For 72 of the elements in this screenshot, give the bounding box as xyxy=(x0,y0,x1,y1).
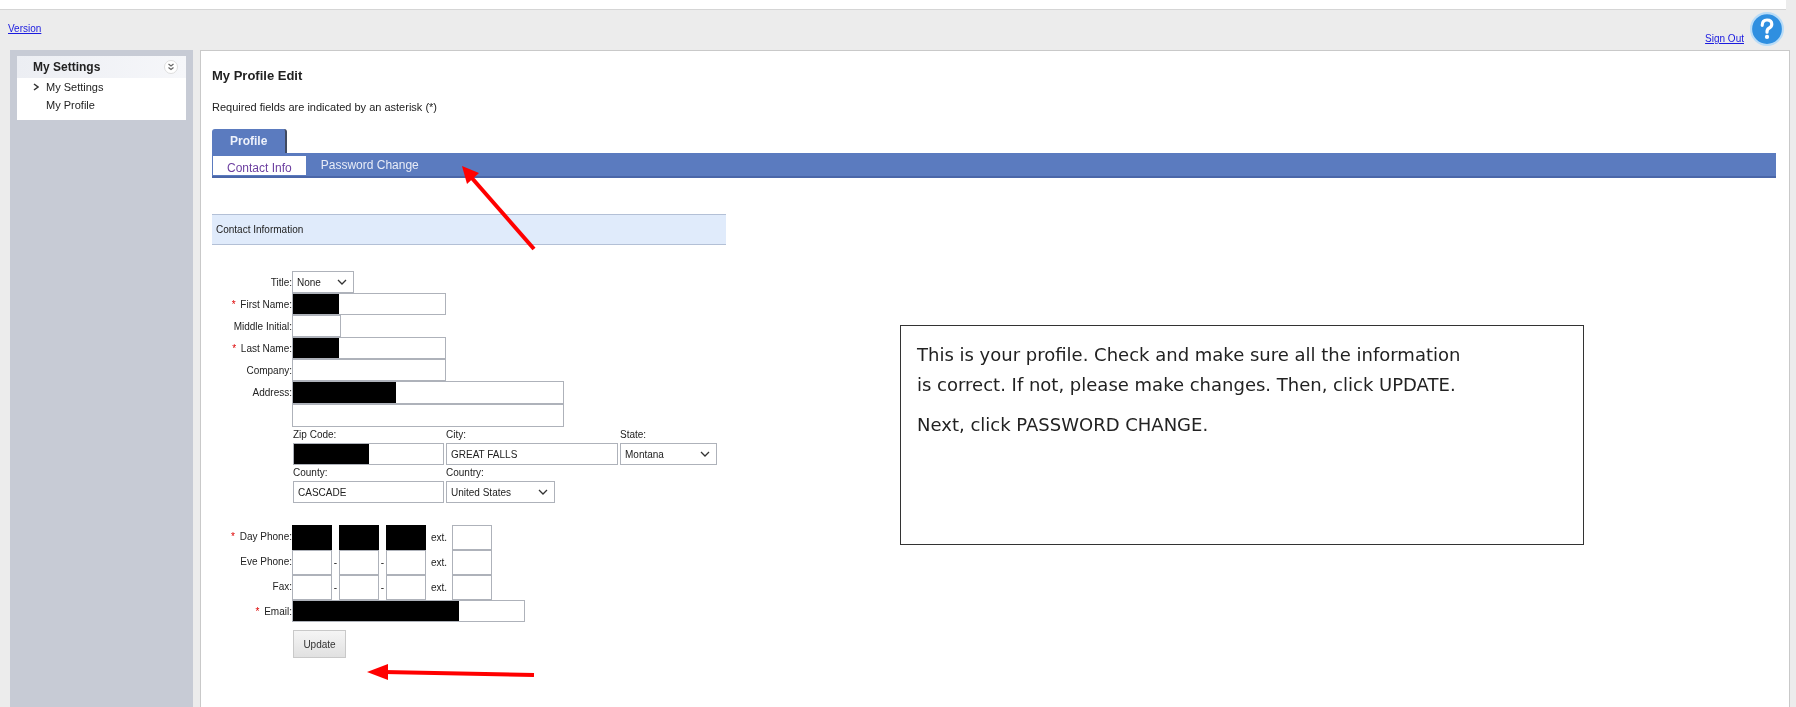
input-field[interactable] xyxy=(386,525,426,550)
input-field[interactable] xyxy=(292,381,564,404)
field-label: Title: xyxy=(270,277,292,288)
sidebar-item[interactable]: My Settings xyxy=(46,81,104,93)
select-field[interactable]: Montana xyxy=(620,443,717,465)
caret-icon xyxy=(538,489,548,495)
ext-label: ext. xyxy=(429,582,449,593)
input-field[interactable] xyxy=(452,550,492,575)
redaction-bar xyxy=(293,338,339,358)
help-icon[interactable] xyxy=(1750,12,1784,46)
field-label: Country: xyxy=(446,467,485,480)
input-field[interactable] xyxy=(339,575,379,600)
required-note: Required fields are indicated by an asterisk (*) xyxy=(212,101,438,113)
panel-title: My Settings xyxy=(33,60,101,74)
input-field[interactable] xyxy=(386,550,426,575)
section-header: Contact Information xyxy=(212,214,726,245)
caret-icon xyxy=(337,279,347,285)
instruction-text: Next, click PASSWORD CHANGE. xyxy=(917,413,1210,437)
field-label: First Name: xyxy=(240,299,292,310)
dash-separator: - xyxy=(379,557,386,568)
field-label: Eve Phone: xyxy=(240,556,292,567)
required-mark: * xyxy=(231,299,236,310)
version-link[interactable]: Version xyxy=(8,23,42,34)
input-field[interactable] xyxy=(292,293,446,315)
page-title: My Profile Edit xyxy=(212,68,304,83)
field-label: Address: xyxy=(252,387,292,398)
ext-label: ext. xyxy=(429,557,449,568)
input-field[interactable] xyxy=(293,443,444,465)
instruction-text: This is your profile. Check and make sure all the information is correct. If not, please make changes. Then, click UPDATE. xyxy=(917,343,1462,397)
required-mark: * xyxy=(255,606,260,617)
dash-separator: - xyxy=(332,557,339,568)
input-field[interactable] xyxy=(292,315,341,337)
ext-label: ext. xyxy=(429,532,449,543)
subtab[interactable]: Contact Info xyxy=(212,155,307,176)
update-button[interactable]: Update xyxy=(293,630,346,658)
field-label: Zip Code: xyxy=(293,429,338,442)
subtab[interactable]: Password Change xyxy=(306,153,433,176)
field-label: City: xyxy=(446,429,467,442)
collapse-icon[interactable] xyxy=(164,60,178,74)
required-mark: * xyxy=(232,343,237,354)
input-field[interactable] xyxy=(292,404,564,427)
field-label: County: xyxy=(293,467,329,480)
input-field[interactable] xyxy=(452,575,492,600)
input-field[interactable] xyxy=(292,359,446,381)
field-label: Last Name: xyxy=(240,343,292,354)
input-field[interactable] xyxy=(339,525,379,550)
redaction-bar xyxy=(293,294,339,314)
input-field[interactable] xyxy=(292,525,332,550)
field-label: Middle Initial: xyxy=(233,321,292,332)
required-mark: * xyxy=(231,531,235,542)
input-field[interactable]: GREAT FALLS xyxy=(446,443,618,465)
input-field[interactable] xyxy=(292,550,332,575)
tab[interactable]: Profile xyxy=(212,129,288,153)
input-field[interactable] xyxy=(452,525,492,550)
input-field[interactable] xyxy=(292,337,446,359)
field-label: Day Phone: xyxy=(239,531,292,542)
select-field[interactable]: None xyxy=(292,271,354,293)
input-field[interactable]: CASCADE xyxy=(293,481,444,503)
sign-out-link[interactable]: Sign Out xyxy=(1705,33,1744,44)
caret-icon xyxy=(700,451,710,457)
input-field[interactable] xyxy=(386,575,426,600)
input-field[interactable] xyxy=(292,575,332,600)
dash-separator: - xyxy=(332,582,339,593)
input-field[interactable] xyxy=(339,550,379,575)
field-label: Company: xyxy=(246,365,292,376)
select-field[interactable]: United States xyxy=(446,481,555,503)
field-label: Email: xyxy=(264,606,292,617)
field-label: State: xyxy=(620,429,648,442)
sidebar-item[interactable]: My Profile xyxy=(46,99,95,111)
input-field[interactable] xyxy=(292,600,525,622)
field-label: Fax: xyxy=(272,581,292,592)
dash-separator: - xyxy=(379,582,386,593)
